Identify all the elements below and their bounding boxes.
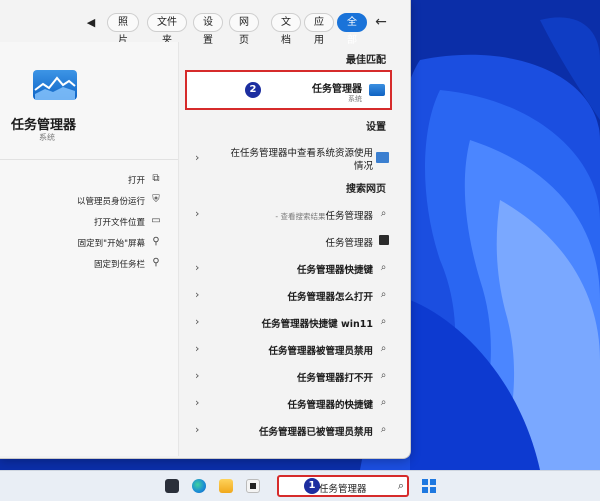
store-icon[interactable] <box>246 479 260 493</box>
web-result-row[interactable]: › ⌕ 任务管理器被管理员禁用 <box>185 339 393 359</box>
section-settings-title: 设置 <box>366 122 386 133</box>
chevron-right-icon[interactable]: › <box>195 288 199 301</box>
web-result-row[interactable]: › ⌕ 任务管理器打不开 <box>185 366 393 386</box>
section-best-match-title: 最佳匹配 <box>346 55 386 66</box>
web-result-subtext: - 查看搜索结果 <box>275 212 326 221</box>
action-open-file-location[interactable]: ▭ 打开文件位置 <box>32 215 162 229</box>
filter-chip-all[interactable]: 全部 <box>337 13 367 46</box>
web-result-label: 任务管理器已被管理员禁用 <box>258 427 373 438</box>
web-result-label: 任务管理器 <box>325 211 373 222</box>
detail-subtitle: 系统 <box>39 133 55 142</box>
taskbar-search-value: 任务管理器 <box>319 484 367 495</box>
store-icon-glyph <box>250 483 256 489</box>
settings-result-line1: 在任务管理器中查看系统资源使用 <box>230 148 373 159</box>
divider <box>0 159 178 160</box>
edge-icon[interactable] <box>192 479 206 493</box>
settings-monitor-icon <box>376 152 389 163</box>
filter-chip-documents[interactable]: 文档 <box>271 13 301 46</box>
web-result-label: 任务管理器打不开 <box>296 373 373 384</box>
action-label: 以管理员身份运行 <box>76 197 145 207</box>
web-result-row[interactable]: › ⌕ 任务管理器已被管理员禁用 <box>185 420 393 440</box>
folder-icon: ▭ <box>151 215 161 226</box>
search-icon: ⌕ <box>380 262 387 273</box>
web-result-row[interactable]: › ⌕ - 查看搜索结果任务管理器 <box>185 204 393 224</box>
start-search-panel: ← 全部 应用 文档 网页 设置 文件夹 照片 ◀ 最佳匹配 任务管理器 系统 … <box>0 0 411 459</box>
action-pin-to-start[interactable]: ⚲ 固定到"开始"屏幕 <box>32 236 162 250</box>
more-filters-arrow-icon[interactable]: ◀ <box>85 13 97 32</box>
web-result-label: 任务管理器快捷键 win11 <box>261 319 373 330</box>
search-icon: ⌕ <box>380 316 387 327</box>
filter-chip-photos[interactable]: 照片 <box>107 13 139 46</box>
task-manager-large-icon <box>33 70 77 100</box>
open-icon: ⧉ <box>152 173 160 184</box>
chevron-right-icon[interactable]: › <box>195 207 199 220</box>
settings-result-line2: 情况 <box>353 161 373 172</box>
terminal-icon[interactable] <box>165 479 179 493</box>
web-result-row[interactable]: › ⌕ 任务管理器快捷键 <box>185 258 393 278</box>
web-result-row[interactable]: › ⌕ 任务管理器怎么打开 <box>185 285 393 305</box>
filter-chip-folders[interactable]: 文件夹 <box>147 13 187 46</box>
action-label: 打开文件位置 <box>93 218 145 228</box>
monitor-icon <box>379 235 389 245</box>
pin-icon: ⚲ <box>152 236 160 247</box>
search-results: 最佳匹配 任务管理器 系统 2 设置 › 在任务管理器中查看系统资源使用 情况 … <box>180 42 408 456</box>
search-icon: ⌕ <box>380 370 387 381</box>
web-result-label: 任务管理器怎么打开 <box>287 292 373 303</box>
chevron-right-icon[interactable]: › <box>195 151 199 164</box>
search-icon: ⌕ <box>380 424 387 435</box>
action-pin-to-taskbar[interactable]: ⚲ 固定到任务栏 <box>32 257 162 271</box>
search-icon: ⌕ <box>397 479 404 492</box>
web-result-row[interactable]: › ⌕ 任务管理器的快捷键 <box>185 393 393 413</box>
chevron-right-icon[interactable]: › <box>195 396 199 409</box>
step-badge: 2 <box>245 82 261 98</box>
action-run-as-admin[interactable]: ⛨ 以管理员身份运行 <box>32 194 162 208</box>
action-open[interactable]: ⧉ 打开 <box>32 173 162 187</box>
detail-title: 任务管理器 <box>11 118 77 133</box>
taskbar-search-box[interactable]: 1 任务管理器 ⌕ <box>277 475 409 497</box>
step-badge: 1 <box>304 478 320 494</box>
filter-chip-web[interactable]: 网页 <box>229 13 259 46</box>
folder-icon[interactable] <box>219 479 233 493</box>
web-result-label: 任务管理器快捷键 <box>296 265 373 276</box>
app-detail-pane: 任务管理器 系统 ⧉ 打开 ⛨ 以管理员身份运行 ▭ 打开文件位置 ⚲ 固定到"… <box>0 42 179 456</box>
action-label: 打开 <box>127 176 145 186</box>
task-manager-icon <box>369 84 385 96</box>
search-icon: ⌕ <box>380 208 387 219</box>
web-result-label: 任务管理器 <box>325 238 373 249</box>
section-web-title: 搜索网页 <box>346 184 386 195</box>
admin-shield-icon: ⛨ <box>152 194 160 205</box>
pin-icon: ⚲ <box>152 257 160 268</box>
chevron-right-icon[interactable]: › <box>195 369 199 382</box>
search-icon: ⌕ <box>380 343 387 354</box>
chevron-right-icon[interactable]: › <box>195 261 199 274</box>
filter-chip-apps[interactable]: 应用 <box>304 13 334 46</box>
chevron-right-icon[interactable]: › <box>195 342 199 355</box>
filter-chip-settings[interactable]: 设置 <box>193 13 223 46</box>
web-result-row[interactable]: › ⌕ 任务管理器快捷键 win11 <box>185 312 393 332</box>
search-icon: ⌕ <box>380 397 387 408</box>
back-arrow-icon[interactable]: ← <box>371 12 391 32</box>
web-result-row[interactable]: 任务管理器 <box>185 231 393 251</box>
best-match-title: 任务管理器 <box>312 84 362 95</box>
web-result-label: 任务管理器被管理员禁用 <box>268 346 373 357</box>
action-label: 固定到任务栏 <box>93 260 145 270</box>
taskbar: 1 任务管理器 ⌕ <box>0 470 600 501</box>
best-match-subtitle: 系统 <box>348 95 362 103</box>
web-result-label: 任务管理器的快捷键 <box>287 400 373 411</box>
settings-result[interactable]: › 在任务管理器中查看系统资源使用 情况 <box>185 145 393 175</box>
windows-start-icon[interactable] <box>422 479 436 493</box>
web-result-text: - 查看搜索结果任务管理器 <box>275 208 373 222</box>
chevron-right-icon[interactable]: › <box>195 423 199 436</box>
best-match-card[interactable]: 任务管理器 系统 2 <box>185 70 392 110</box>
search-icon: ⌕ <box>380 289 387 300</box>
action-label: 固定到"开始"屏幕 <box>77 239 145 249</box>
chevron-right-icon[interactable]: › <box>195 315 199 328</box>
